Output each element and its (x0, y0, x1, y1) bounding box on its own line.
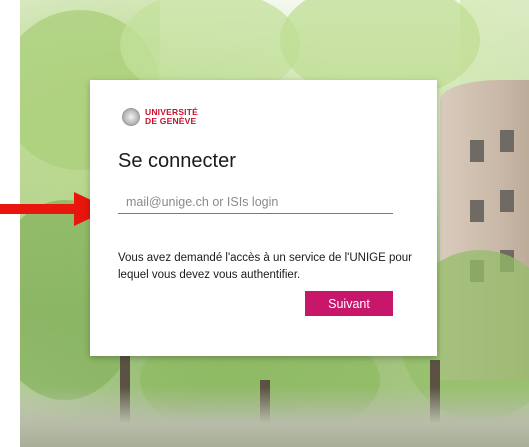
auth-notice: Vous avez demandé l'accès à un service d… (118, 252, 412, 281)
ground (20, 387, 529, 447)
window (470, 200, 484, 222)
university-name: UNIVERSITÉ DE GENÈVE (145, 108, 198, 126)
page-title: Se connecter (118, 150, 236, 172)
login-card: UNIVERSITÉ DE GENÈVE Se connecter Vous a… (90, 80, 437, 356)
university-logo: UNIVERSITÉ DE GENÈVE (122, 108, 198, 126)
email-input[interactable] (118, 190, 393, 214)
university-seal-icon (122, 108, 140, 126)
next-button[interactable]: Suivant (305, 291, 393, 316)
arrow-shaft (0, 204, 78, 214)
window (500, 190, 514, 212)
window (470, 140, 484, 162)
university-name-line2: DE GENÈVE (145, 116, 197, 126)
window (500, 130, 514, 152)
